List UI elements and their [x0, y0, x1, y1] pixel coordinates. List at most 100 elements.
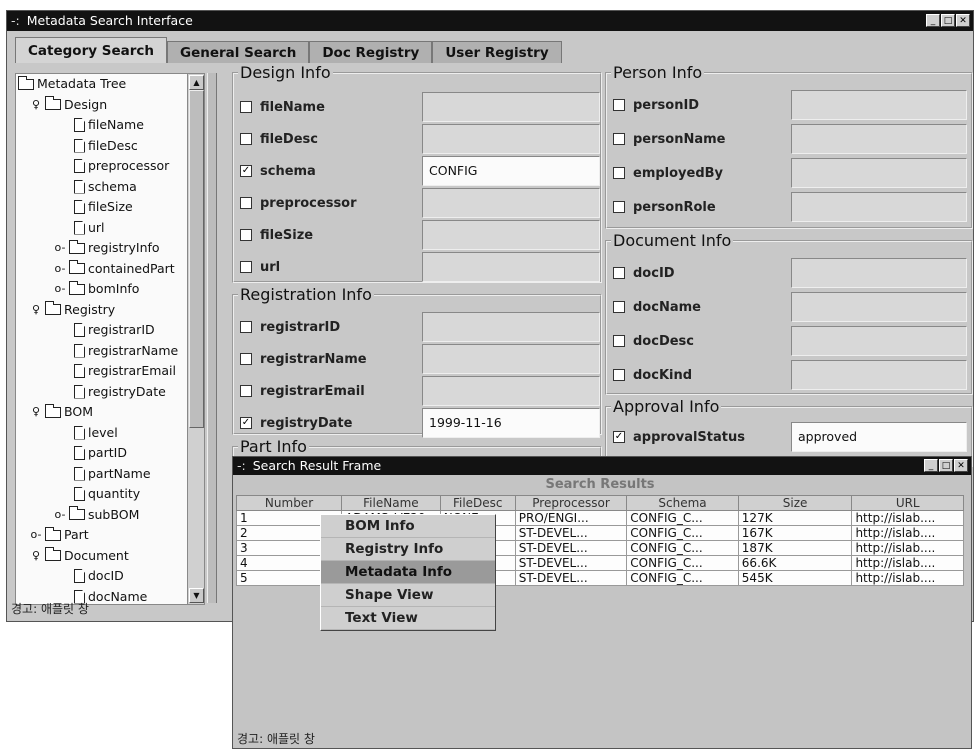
field-value-input[interactable]: [791, 90, 967, 120]
minimize-icon[interactable]: _: [924, 459, 938, 472]
tree-scrollbar[interactable]: ▲ ▼: [187, 74, 204, 604]
field-value-input[interactable]: [422, 252, 600, 282]
main-title-bar[interactable]: -: Metadata Search Interface _ □ ✕: [7, 11, 973, 31]
tree-node[interactable]: fileSize: [74, 197, 133, 217]
tree-node[interactable]: o-bomInfo: [54, 279, 139, 299]
field-checkbox[interactable]: [240, 197, 252, 209]
collapsed-toggle-icon[interactable]: o-: [30, 525, 42, 545]
field-checkbox[interactable]: ✓: [613, 431, 625, 443]
metadata-tree[interactable]: Metadata Tree ♀ Design fileName fileDesc pre…: [15, 73, 205, 605]
collapsed-toggle-icon[interactable]: o-: [54, 505, 66, 525]
field-value-input[interactable]: CONFIG: [422, 156, 600, 186]
results-title-bar[interactable]: -: Search Result Frame _ □ ✕: [233, 457, 971, 475]
field-checkbox[interactable]: ✓: [240, 417, 252, 429]
menu-item-shape-view[interactable]: Shape View: [321, 584, 495, 607]
menu-item-metadata-info[interactable]: Metadata Info: [321, 561, 495, 584]
column-header[interactable]: Size: [737, 495, 853, 511]
tree-node[interactable]: fileDesc: [74, 136, 138, 156]
tree-node[interactable]: ♀ Document: [30, 546, 129, 566]
menu-item-bom-info[interactable]: BOM Info: [321, 515, 495, 538]
column-header[interactable]: FileDesc: [439, 495, 516, 511]
field-value-input[interactable]: [422, 220, 600, 250]
tree-node[interactable]: registrarName: [74, 341, 178, 361]
field-checkbox[interactable]: [240, 133, 252, 145]
menu-item-text-view[interactable]: Text View: [321, 607, 495, 630]
tree-node[interactable]: ♀ Design: [30, 95, 107, 115]
tree-node[interactable]: o-registryInfo: [54, 238, 160, 258]
field-value-input[interactable]: [422, 92, 600, 122]
field-checkbox[interactable]: [613, 369, 625, 381]
field-value-input[interactable]: [422, 312, 600, 342]
minimize-icon[interactable]: _: [926, 14, 940, 27]
collapsed-toggle-icon[interactable]: o-: [54, 259, 66, 279]
split-divider[interactable]: [207, 73, 217, 603]
results-window-menu-icon[interactable]: -:: [237, 458, 246, 473]
column-header[interactable]: Schema: [626, 495, 739, 511]
field-value-input[interactable]: [422, 344, 600, 374]
close-icon[interactable]: ✕: [956, 14, 970, 27]
field-value-input[interactable]: [422, 124, 600, 154]
tree-node[interactable]: schema: [74, 177, 137, 197]
field-checkbox[interactable]: [613, 99, 625, 111]
field-value-input[interactable]: 1999-11-16: [422, 408, 600, 438]
field-value-input[interactable]: [791, 192, 967, 222]
field-checkbox[interactable]: [613, 167, 625, 179]
tree-node[interactable]: fileName: [74, 115, 144, 135]
field-value-input[interactable]: [791, 360, 967, 390]
scroll-thumb[interactable]: [189, 90, 204, 428]
maximize-icon[interactable]: □: [941, 14, 955, 27]
tree-node[interactable]: o-subBOM: [54, 505, 139, 525]
tab-category-search[interactable]: Category Search: [15, 37, 167, 63]
maximize-icon[interactable]: □: [939, 459, 953, 472]
field-value-input[interactable]: [791, 124, 967, 154]
field-value-input[interactable]: [791, 158, 967, 188]
tree-node[interactable]: ♀ BOM: [30, 402, 93, 422]
tab-general-search[interactable]: General Search: [166, 41, 310, 63]
collapsed-toggle-icon[interactable]: o-: [54, 238, 66, 258]
tree-node[interactable]: ♀ Registry: [30, 300, 115, 320]
column-header[interactable]: FileName: [341, 495, 441, 511]
field-checkbox[interactable]: [613, 301, 625, 313]
tree-node[interactable]: o-containedPart: [54, 259, 175, 279]
collapsed-toggle-icon[interactable]: o-: [54, 279, 66, 299]
field-value-input[interactable]: [422, 188, 600, 218]
field-value-input[interactable]: [791, 258, 967, 288]
field-checkbox[interactable]: [240, 385, 252, 397]
tree-node[interactable]: registrarEmail: [74, 361, 176, 381]
close-icon[interactable]: ✕: [954, 459, 968, 472]
tree-node[interactable]: level: [74, 423, 118, 443]
tree-node[interactable]: preprocessor: [74, 156, 169, 176]
field-checkbox[interactable]: [240, 101, 252, 113]
tab-doc-registry[interactable]: Doc Registry: [309, 41, 433, 63]
field-checkbox[interactable]: [613, 133, 625, 145]
tree-root[interactable]: Metadata Tree: [18, 74, 126, 94]
column-header[interactable]: URL: [851, 495, 964, 511]
field-value-input[interactable]: [422, 376, 600, 406]
field-value-input[interactable]: approved: [791, 422, 967, 452]
tree-node[interactable]: o- Part: [30, 525, 89, 545]
tree-node[interactable]: url: [74, 218, 105, 238]
expanded-toggle-icon[interactable]: ♀: [30, 95, 42, 115]
expanded-toggle-icon[interactable]: ♀: [30, 300, 42, 320]
field-checkbox[interactable]: [613, 335, 625, 347]
tree-node[interactable]: registrarID: [74, 320, 155, 340]
field-value-input[interactable]: [791, 292, 967, 322]
column-header[interactable]: Number: [235, 495, 343, 511]
field-checkbox[interactable]: [240, 353, 252, 365]
tree-node[interactable]: quantity: [74, 484, 140, 504]
tree-node[interactable]: registryDate: [74, 382, 166, 402]
column-header[interactable]: Preprocessor: [514, 495, 628, 511]
field-checkbox[interactable]: [613, 201, 625, 213]
field-checkbox[interactable]: [240, 321, 252, 333]
tab-user-registry[interactable]: User Registry: [432, 41, 562, 63]
field-checkbox[interactable]: [240, 229, 252, 241]
expanded-toggle-icon[interactable]: ♀: [30, 546, 42, 566]
field-checkbox[interactable]: [613, 267, 625, 279]
tree-node[interactable]: partName: [74, 464, 151, 484]
tree-node[interactable]: partID: [74, 443, 127, 463]
field-checkbox[interactable]: [240, 261, 252, 273]
field-value-input[interactable]: [791, 326, 967, 356]
scroll-up-icon[interactable]: ▲: [189, 75, 204, 90]
menu-item-registry-info[interactable]: Registry Info: [321, 538, 495, 561]
field-checkbox[interactable]: ✓: [240, 165, 252, 177]
